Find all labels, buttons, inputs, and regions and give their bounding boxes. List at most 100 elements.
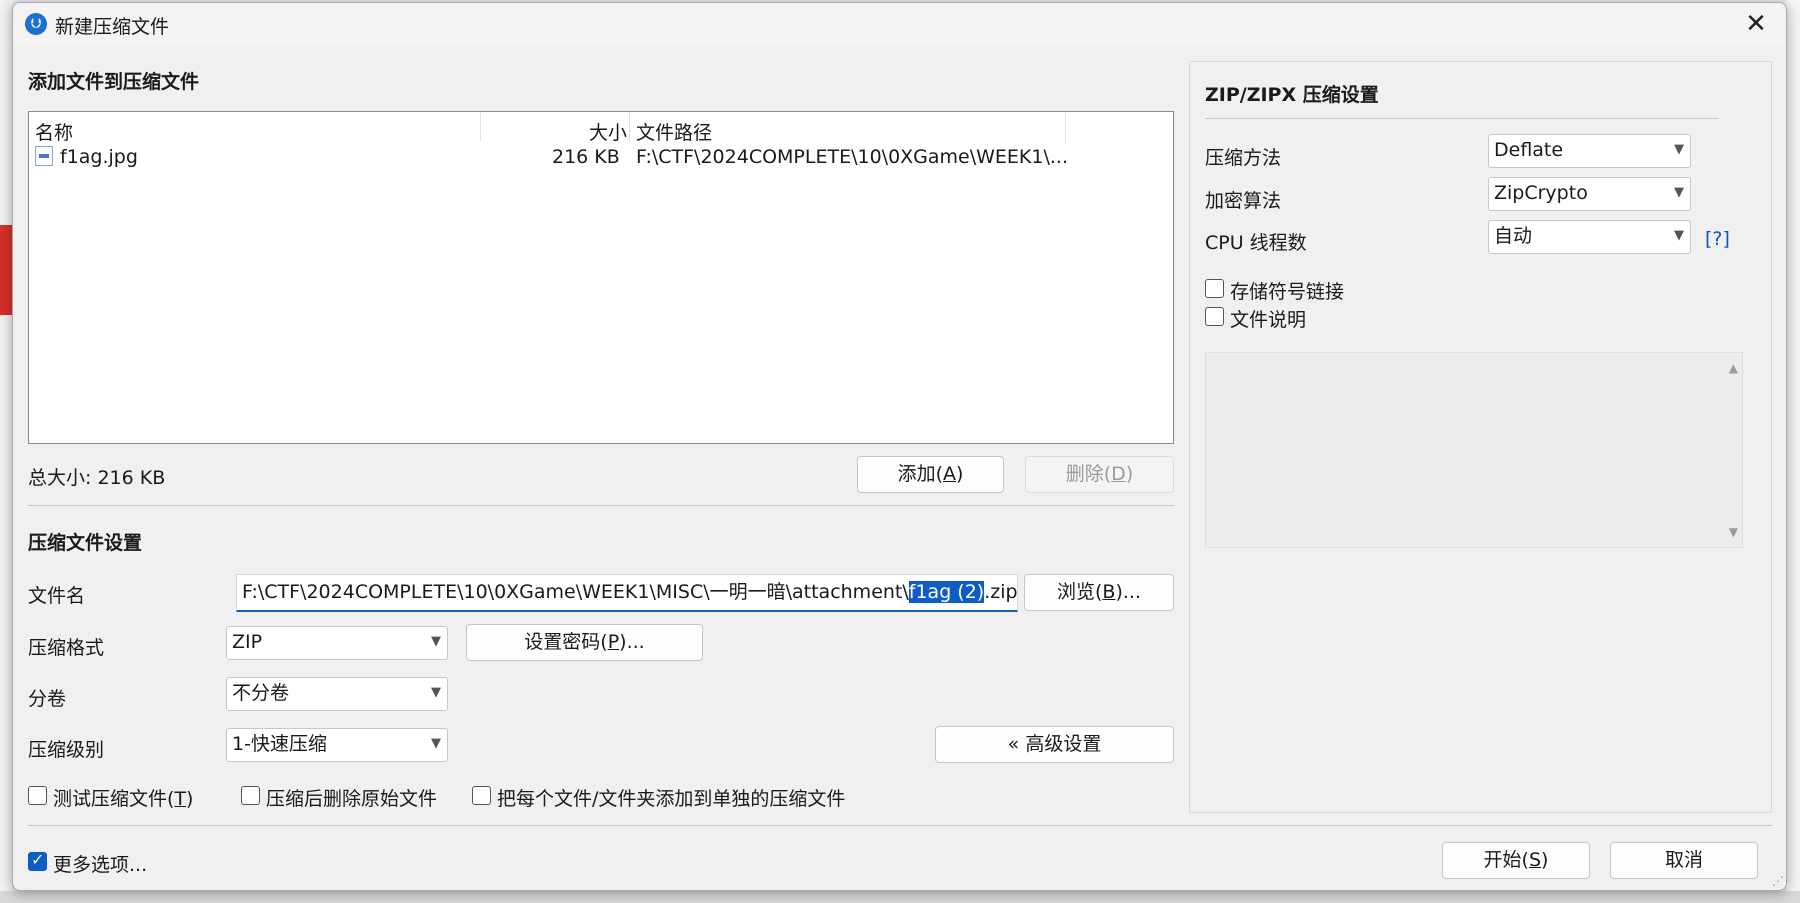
delete-after-archive-checkbox[interactable] — [241, 786, 260, 805]
footer-divider — [28, 825, 1772, 826]
level-select[interactable]: 1-快速压缩 ▼ — [226, 728, 448, 762]
delete-button-label: 删除( — [1065, 463, 1112, 485]
total-size-label: 总大小: 216 KB — [28, 467, 166, 489]
file-row[interactable]: f1ag.jpg 216 KB F:\CTF\2024COMPLETE\10\0… — [29, 144, 1173, 172]
split-label: 分卷 — [28, 688, 67, 710]
test-archive-checkbox[interactable] — [28, 786, 47, 805]
more-options-checkbox[interactable] — [28, 850, 47, 871]
file-comment-checkbox[interactable] — [1205, 307, 1224, 326]
filename-path-text: F:\CTF\2024COMPLETE\10\0XGame\WEEK1\MISC… — [242, 581, 909, 603]
column-separator[interactable] — [480, 112, 481, 142]
background-window-decoration — [0, 225, 12, 315]
file-list[interactable]: 名称 大小 文件路径 f1ag.jpg 216 KB F:\CTF\2024CO… — [28, 111, 1174, 444]
start-button-accel: S — [1528, 849, 1542, 871]
level-select-value: 1-快速压缩 — [232, 733, 327, 755]
resize-grip-icon[interactable]: ⋰ — [1772, 874, 1784, 888]
separate-archives-checkbox[interactable] — [472, 786, 491, 805]
encryption-select[interactable]: ZipCrypto ▼ — [1488, 177, 1691, 211]
add-files-heading: 添加文件到压缩文件 — [28, 71, 200, 93]
file-list-header: 名称 大小 文件路径 — [29, 112, 1173, 144]
chevron-down-icon: ▼ — [1674, 228, 1684, 243]
filename-label: 文件名 — [28, 585, 86, 607]
browse-button-accel: B — [1102, 581, 1116, 603]
chevron-down-icon: ▼ — [431, 736, 441, 751]
browse-button[interactable]: 浏览(B)... — [1024, 574, 1174, 611]
background-window-right-edge — [1786, 0, 1800, 903]
cpu-threads-select[interactable]: 自动 ▼ — [1488, 220, 1691, 254]
encryption-label: 加密算法 — [1205, 190, 1282, 212]
compression-method-value: Deflate — [1494, 139, 1564, 161]
set-password-label: 设置密码( — [524, 631, 608, 653]
delete-after-archive-label: 压缩后删除原始文件 — [266, 788, 438, 810]
column-separator[interactable] — [1065, 112, 1066, 142]
level-label: 压缩级别 — [28, 739, 105, 761]
test-archive-label: 测试压缩文件(T) — [53, 784, 193, 811]
column-header-path[interactable]: 文件路径 — [636, 118, 712, 145]
delete-button[interactable]: 删除(D) — [1025, 456, 1174, 493]
format-label: 压缩格式 — [28, 637, 105, 659]
file-path: F:\CTF\2024COMPLETE\10\0XGame\WEEK1\... — [636, 146, 1068, 168]
split-select[interactable]: 不分卷 ▼ — [226, 677, 448, 711]
section-divider — [28, 505, 1174, 506]
browse-button-end: )... — [1115, 581, 1141, 603]
compression-method-label: 压缩方法 — [1205, 147, 1282, 169]
add-button[interactable]: 添加(A) — [857, 456, 1004, 493]
scroll-down-icon[interactable]: ▼ — [1729, 525, 1738, 539]
file-comment-textarea[interactable]: ▲ ▼ — [1205, 352, 1743, 548]
cancel-button[interactable]: 取消 — [1610, 842, 1758, 879]
store-symlinks-checkbox[interactable] — [1205, 279, 1224, 298]
separate-archives-label: 把每个文件/文件夹添加到单独的压缩文件 — [497, 788, 846, 810]
background-taskbar-edge — [0, 891, 1800, 903]
background-window-edge — [0, 0, 12, 903]
split-select-value: 不分卷 — [232, 682, 290, 704]
threads-help-link[interactable]: [?] — [1705, 228, 1730, 250]
chevron-down-icon: ▼ — [431, 634, 441, 649]
column-header-name[interactable]: 名称 — [35, 118, 73, 145]
encryption-value: ZipCrypto — [1494, 182, 1588, 204]
cpu-threads-label: CPU 线程数 — [1205, 232, 1307, 254]
cpu-threads-value: 自动 — [1494, 225, 1533, 247]
set-password-button[interactable]: 设置密码(P)... — [466, 624, 703, 661]
set-password-end: )... — [619, 631, 645, 653]
start-button-label: 开始( — [1483, 849, 1529, 871]
zip-settings-heading: ZIP/ZIPX 压缩设置 — [1205, 84, 1379, 106]
delete-button-end: ) — [1125, 463, 1134, 485]
chevron-down-icon: ▼ — [1674, 142, 1684, 157]
test-archive-accel: T — [174, 788, 187, 810]
image-file-icon — [35, 146, 53, 166]
start-button-end: ) — [1541, 849, 1549, 871]
advanced-settings-button[interactable]: « 高级设置 — [935, 726, 1174, 763]
browse-button-label: 浏览( — [1057, 581, 1103, 603]
compression-method-select[interactable]: Deflate ▼ — [1488, 134, 1691, 168]
more-options-label: 更多选项... — [53, 854, 148, 876]
new-archive-dialog: ⮋ 新建压缩文件 ✕ 添加文件到压缩文件 名称 大小 文件路径 f1ag.jpg… — [12, 2, 1787, 891]
file-size: 216 KB — [552, 146, 620, 168]
start-button[interactable]: 开始(S) — [1442, 842, 1590, 879]
title-bar[interactable]: ⮋ 新建压缩文件 ✕ — [13, 3, 1786, 45]
add-button-label: 添加( — [897, 463, 943, 485]
filename-extension-text: .zip — [984, 581, 1018, 603]
column-separator[interactable] — [629, 112, 630, 142]
format-select[interactable]: ZIP ▼ — [226, 626, 448, 660]
column-header-size[interactable]: 大小 — [589, 118, 627, 145]
archiver-app-icon: ⮋ — [25, 13, 47, 35]
set-password-accel: P — [607, 631, 620, 653]
file-comment-label: 文件说明 — [1230, 309, 1307, 331]
test-archive-end: ) — [186, 788, 194, 810]
store-symlinks-label: 存储符号链接 — [1230, 281, 1345, 303]
add-button-end: ) — [956, 463, 964, 485]
archive-settings-heading: 压缩文件设置 — [28, 532, 143, 554]
add-button-accel: A — [943, 463, 956, 485]
chevron-down-icon: ▼ — [1674, 185, 1684, 200]
file-name: f1ag.jpg — [60, 146, 138, 168]
delete-button-accel: D — [1111, 463, 1126, 485]
filename-selected-text: f1ag (2) — [908, 581, 985, 603]
test-archive-text: 测试压缩文件( — [53, 788, 175, 810]
close-button[interactable]: ✕ — [1740, 9, 1772, 39]
format-select-value: ZIP — [232, 631, 263, 653]
window-title: 新建压缩文件 — [55, 16, 170, 38]
zip-heading-divider — [1205, 118, 1719, 119]
chevron-down-icon: ▼ — [431, 685, 441, 700]
scroll-up-icon[interactable]: ▲ — [1729, 361, 1738, 375]
filename-input[interactable]: F:\CTF\2024COMPLETE\10\0XGame\WEEK1\MISC… — [236, 574, 1018, 612]
